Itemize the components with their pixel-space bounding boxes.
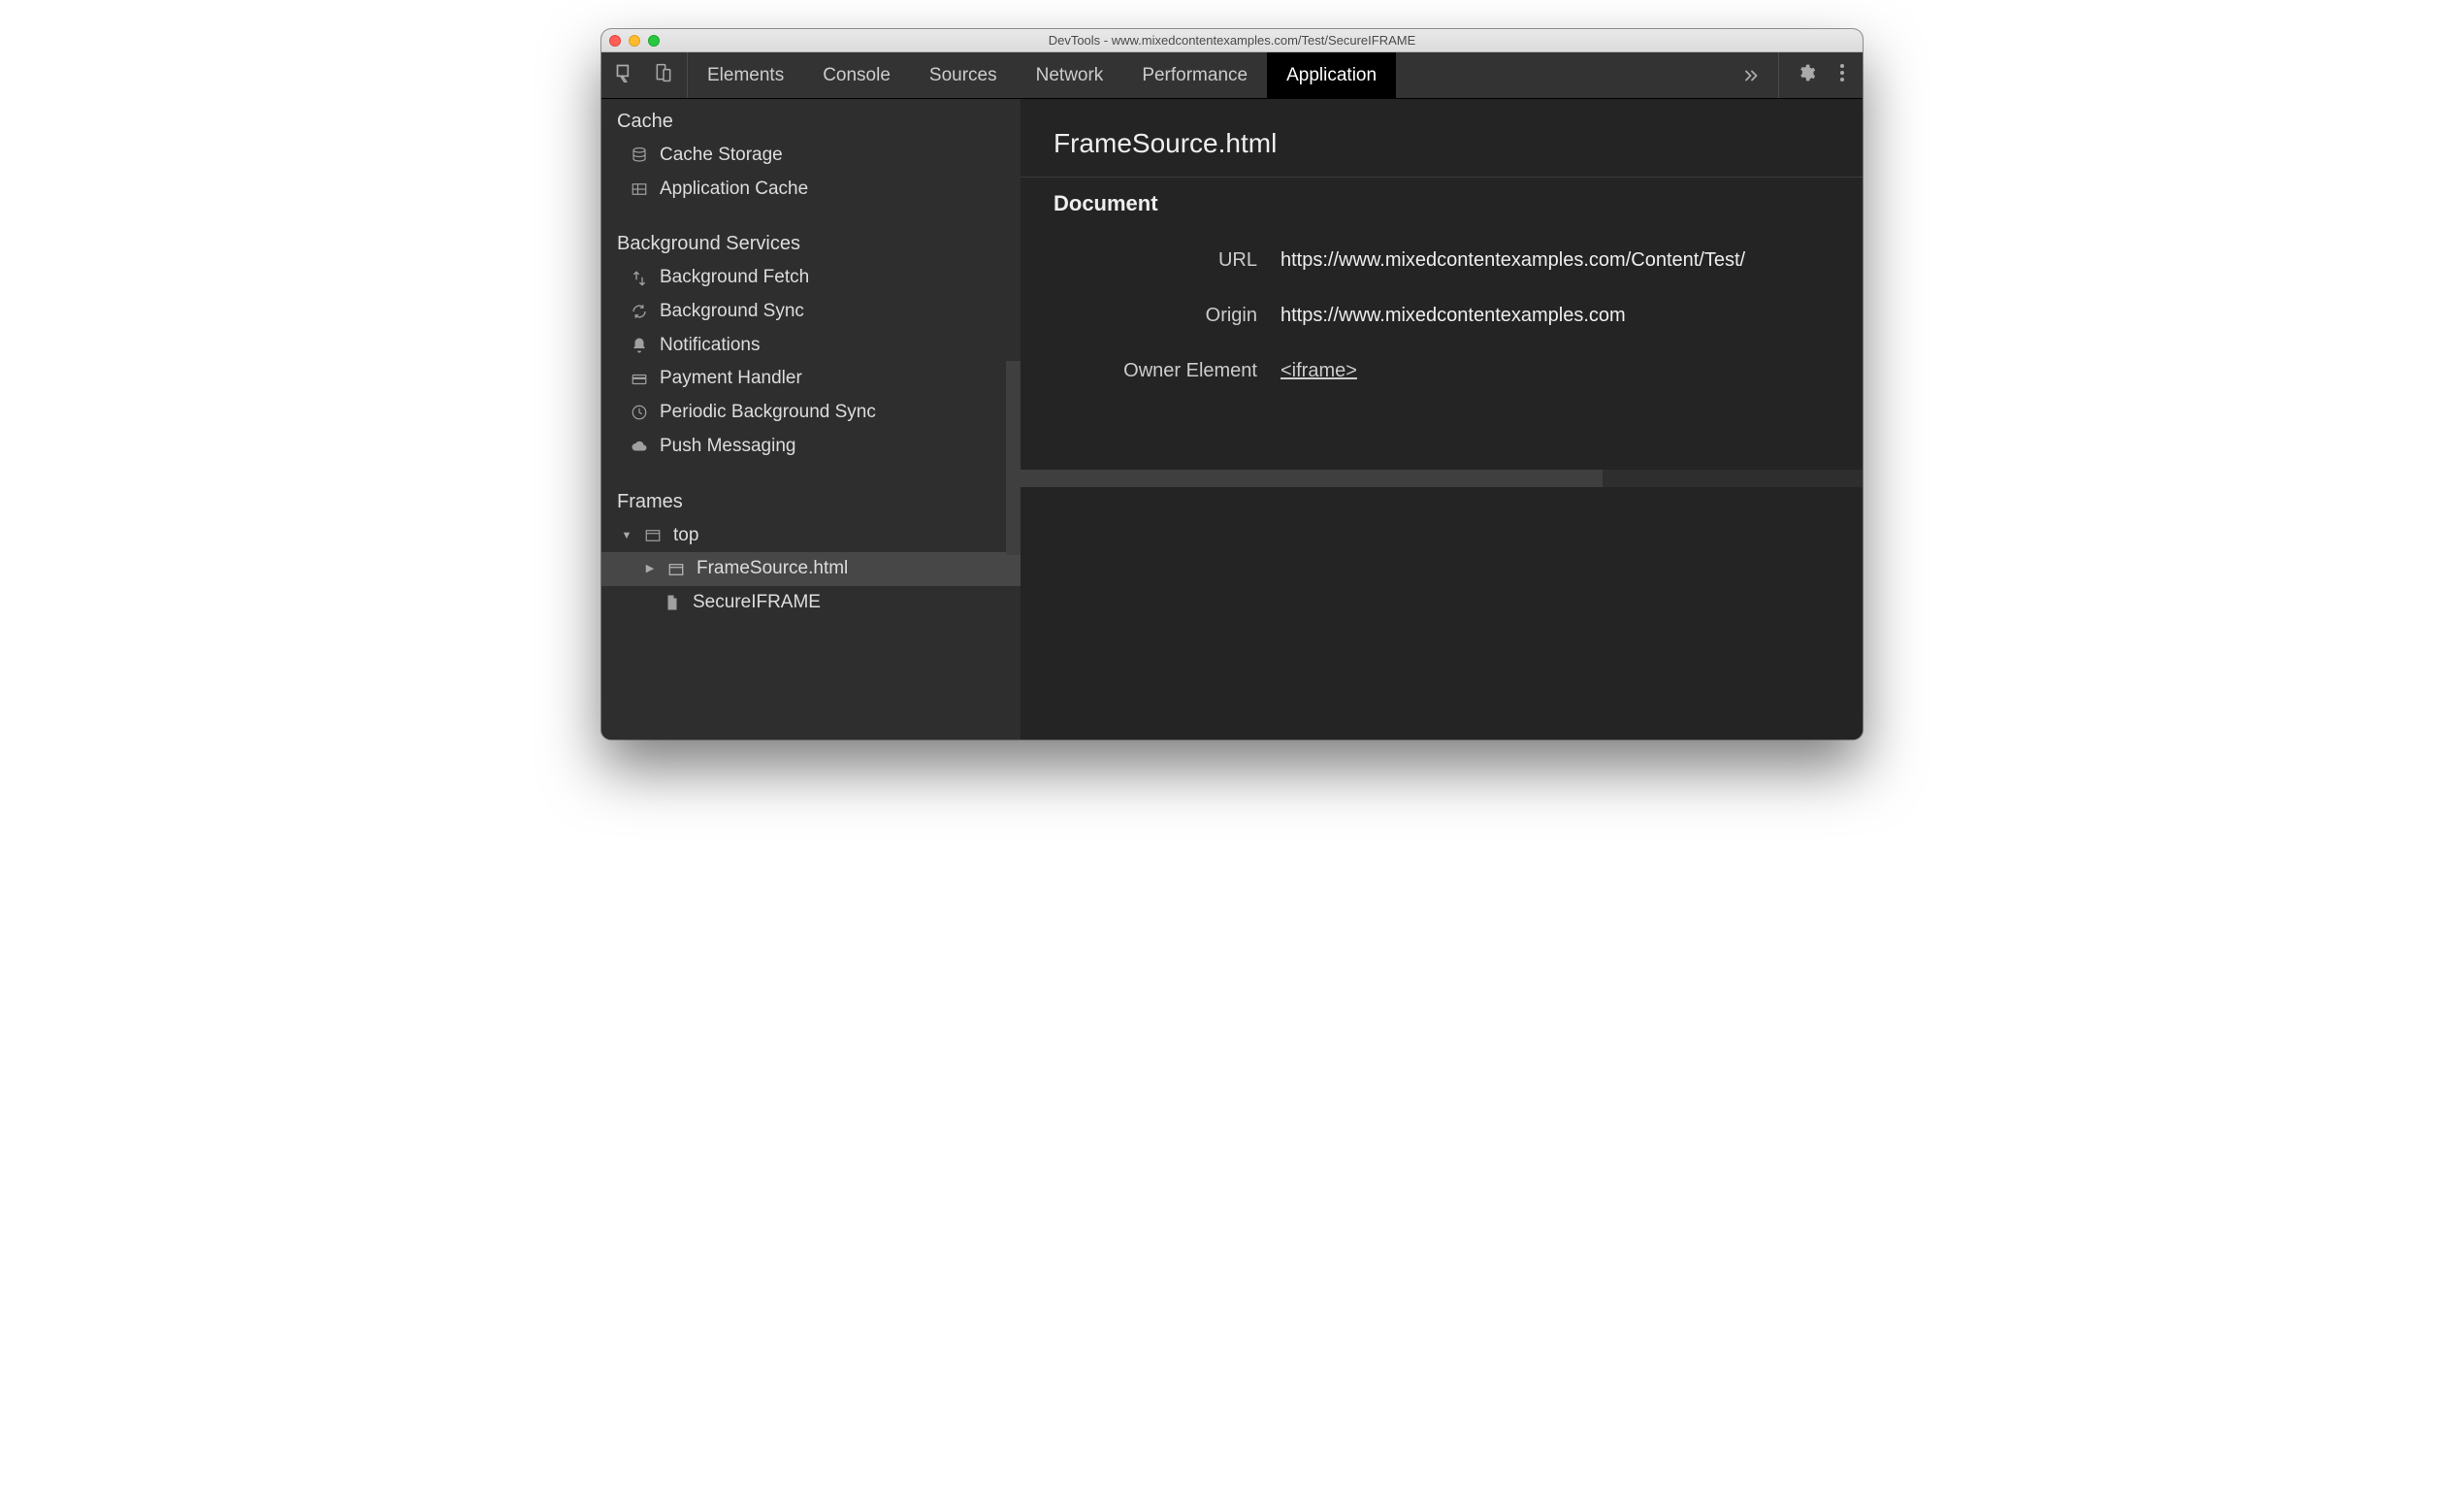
window-title: DevTools - www.mixedcontentexamples.com/… (601, 33, 1863, 48)
sync-icon (629, 303, 650, 320)
owner-element-label: Owner Element (1054, 360, 1257, 382)
sidebar-item-background-fetch[interactable]: Background Fetch (601, 261, 1021, 295)
frames-item-label: FrameSource.html (697, 557, 848, 581)
bell-icon (629, 337, 650, 354)
origin-value: https://www.mixedcontentexamples.com (1281, 305, 1830, 327)
sidebar-item-label: Periodic Background Sync (660, 401, 876, 425)
kv-url: URL https://www.mixedcontentexamples.com… (1021, 240, 1863, 281)
origin-label: Origin (1054, 305, 1257, 327)
sidebar-item-cache-storage[interactable]: Cache Storage (601, 139, 1021, 173)
grid-icon (629, 180, 650, 198)
minimize-window-button[interactable] (629, 35, 640, 47)
credit-card-icon (629, 371, 650, 388)
database-icon (629, 147, 650, 164)
url-value: https://www.mixedcontentexamples.com/Con… (1281, 249, 1830, 272)
horizontal-scrollbar-thumb[interactable] (1021, 470, 1603, 487)
close-window-button[interactable] (609, 35, 621, 47)
tab-elements[interactable]: Elements (688, 52, 803, 98)
document-section-header: Document (1021, 178, 1863, 240)
main-tabs: Elements Console Sources Network Perform… (688, 52, 1726, 98)
sidebar-item-label: Application Cache (660, 178, 808, 202)
cloud-icon (629, 438, 650, 455)
sidebar-item-label: Background Sync (660, 300, 804, 324)
file-icon (662, 594, 683, 611)
tab-network[interactable]: Network (1017, 52, 1123, 98)
frame-details-panel: FrameSource.html Document URL https://ww… (1021, 99, 1863, 739)
clock-icon (629, 404, 650, 421)
sidebar-item-payment-handler[interactable]: Payment Handler (601, 362, 1021, 396)
sidebar-item-label: Cache Storage (660, 144, 783, 168)
titlebar: DevTools - www.mixedcontentexamples.com/… (601, 29, 1863, 52)
device-toggle-icon[interactable] (654, 63, 673, 87)
sidebar-item-application-cache[interactable]: Application Cache (601, 173, 1021, 207)
section-header-cache: Cache (601, 99, 1021, 139)
frames-item-label: SecureIFRAME (693, 591, 821, 615)
frames-item-secure-iframe[interactable]: SecureIFRAME (601, 586, 1021, 620)
more-tabs-button[interactable] (1726, 52, 1779, 98)
chevron-right-icon[interactable]: ▶ (644, 562, 656, 575)
page-title: FrameSource.html (1021, 99, 1863, 177)
sidebar-item-periodic-background-sync[interactable]: Periodic Background Sync (601, 396, 1021, 430)
kv-origin: Origin https://www.mixedcontentexamples.… (1021, 295, 1863, 337)
kv-owner-element: Owner Element <iframe> (1021, 350, 1863, 392)
traffic-lights (609, 35, 660, 47)
tab-application[interactable]: Application (1267, 52, 1396, 98)
kebab-menu-icon[interactable] (1839, 63, 1845, 87)
window-icon (642, 527, 664, 544)
sidebar-item-label: Notifications (660, 334, 761, 358)
maximize-window-button[interactable] (648, 35, 660, 47)
toolbar-right-icons (1779, 52, 1863, 98)
frames-item-top[interactable]: ▼ top (601, 519, 1021, 553)
body-area: Cache Cache Storage Application Cache Ba… (601, 99, 1863, 739)
sidebar-scrollbar[interactable] (1006, 361, 1021, 555)
inspect-element-icon[interactable] (615, 63, 634, 87)
url-label: URL (1054, 249, 1257, 272)
tab-sources[interactable]: Sources (910, 52, 1017, 98)
toolbar-icon-group (601, 52, 688, 98)
main-toolbar: Elements Console Sources Network Perform… (601, 52, 1863, 99)
frames-item-label: top (673, 524, 698, 548)
sidebar-item-label: Payment Handler (660, 367, 802, 391)
sidebar-item-notifications[interactable]: Notifications (601, 329, 1021, 363)
sidebar-item-background-sync[interactable]: Background Sync (601, 295, 1021, 329)
sidebar-item-label: Push Messaging (660, 435, 795, 459)
frames-item-frame-source[interactable]: ▶ FrameSource.html (601, 552, 1021, 586)
owner-element-value: <iframe> (1281, 360, 1830, 382)
owner-element-link[interactable]: <iframe> (1281, 360, 1357, 381)
gear-icon[interactable] (1797, 63, 1816, 87)
sidebar-item-push-messaging[interactable]: Push Messaging (601, 430, 1021, 464)
fetch-icon (629, 270, 650, 287)
section-header-background-services: Background Services (601, 206, 1021, 261)
window-icon (665, 561, 687, 578)
section-header-frames: Frames (601, 464, 1021, 519)
tab-console[interactable]: Console (803, 52, 910, 98)
chevron-down-icon[interactable]: ▼ (621, 529, 632, 542)
application-sidebar: Cache Cache Storage Application Cache Ba… (601, 99, 1021, 739)
sidebar-item-label: Background Fetch (660, 266, 809, 290)
devtools-window: DevTools - www.mixedcontentexamples.com/… (601, 29, 1863, 739)
horizontal-scrollbar-track[interactable] (1021, 470, 1863, 487)
tab-performance[interactable]: Performance (1122, 52, 1267, 98)
